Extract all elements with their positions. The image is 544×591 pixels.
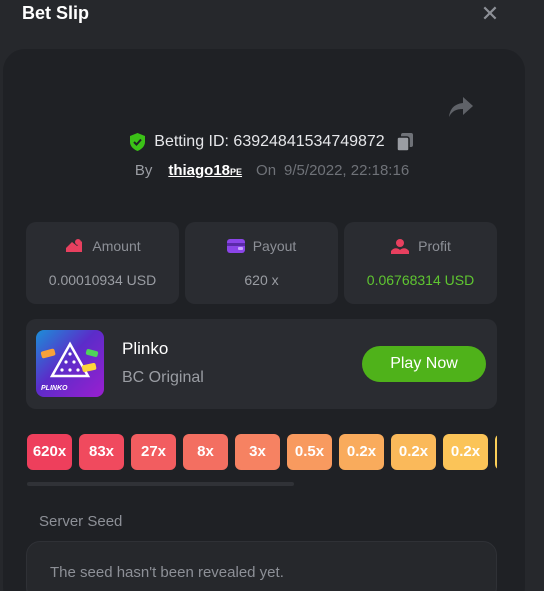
multiplier-chip: 8x xyxy=(183,434,228,470)
wallet-icon xyxy=(226,239,245,253)
game-name: Plinko xyxy=(122,339,169,358)
multiplier-chip: 0.5x xyxy=(287,434,332,470)
server-seed-label: Server Seed xyxy=(39,513,123,530)
betting-id: Betting ID: 63924841534749872 xyxy=(154,133,385,150)
multiplier-chip: 620x xyxy=(27,434,72,470)
copy-icon[interactable] xyxy=(395,132,415,152)
shield-check-icon xyxy=(130,133,146,151)
multiplier-chip xyxy=(495,434,497,470)
server-seed-field: The seed hasn't been revealed yet. xyxy=(26,541,497,591)
payout-value: 620 x xyxy=(244,272,279,288)
payout-card: Payout 620 x xyxy=(185,222,338,304)
multiplier-row: 620x 83x 27x 8x 3x 0.5x 0.2x 0.2x 0.2x xyxy=(27,434,497,472)
play-now-button[interactable]: Play Now xyxy=(362,346,486,382)
multiplier-chip: 0.2x xyxy=(443,434,488,470)
amount-label: Amount xyxy=(92,238,141,254)
page-title: Bet Slip xyxy=(22,3,90,23)
close-icon[interactable]: ✕ xyxy=(478,3,502,27)
multiplier-chip: 3x xyxy=(235,434,280,470)
thumbnail-label: PLINKO xyxy=(41,385,68,392)
multiplier-chip: 83x xyxy=(79,434,124,470)
amount-icon xyxy=(66,239,83,252)
game-provider: BC Original xyxy=(122,369,204,386)
bet-date: 9/5/2022, 22:18:16 xyxy=(284,161,410,179)
amount-card: Amount 0.00010934 USD xyxy=(26,222,179,304)
server-seed-value: The seed hasn't been revealed yet. xyxy=(50,564,284,581)
amount-value: 0.00010934 USD xyxy=(48,272,157,288)
multiplier-chip: 0.2x xyxy=(339,434,384,470)
multiplier-chip: 0.2x xyxy=(391,434,436,470)
profit-card: Profit 0.06768314 USD xyxy=(344,222,497,304)
profit-label: Profit xyxy=(418,238,451,254)
multiplier-chip: 27x xyxy=(131,434,176,470)
profit-value: 0.06768314 USD xyxy=(366,272,475,288)
username-text: thiago18 xyxy=(168,161,231,179)
by-label: By xyxy=(134,161,153,179)
multiplier-scrollbar[interactable] xyxy=(27,482,294,486)
profit-icon xyxy=(391,239,410,254)
share-icon[interactable] xyxy=(446,94,476,120)
username-link[interactable]: thiago18PE xyxy=(168,162,242,179)
payout-label: Payout xyxy=(252,238,297,254)
bet-author-row: By thiago18PE On 9/5/2022, 22:18:16 xyxy=(0,160,544,180)
username-suffix: PE xyxy=(230,166,243,177)
plinko-thumbnail[interactable]: PLINKO xyxy=(36,330,104,397)
betting-id-row: Betting ID: 63924841534749872 xyxy=(0,131,544,153)
game-card: PLINKO Plinko BC Original Play Now xyxy=(26,319,497,409)
on-label: On xyxy=(256,161,277,179)
bet-slip-header: Bet Slip ✕ xyxy=(0,0,544,44)
